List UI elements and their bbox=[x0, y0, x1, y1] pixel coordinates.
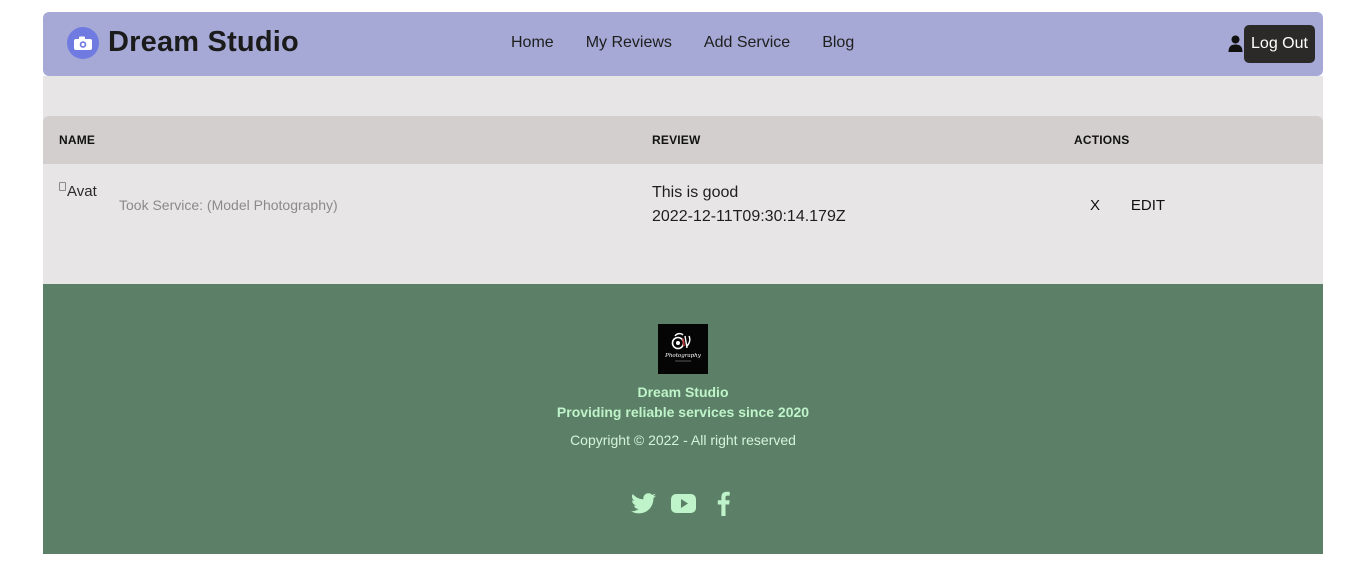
table-row: Avat Took Service: (Model Photography) T… bbox=[43, 164, 1323, 244]
footer-title: Dream Studio bbox=[637, 384, 729, 400]
edit-button[interactable]: EDIT bbox=[1127, 194, 1169, 216]
page: Dream Studio Home My Reviews Add Service… bbox=[43, 12, 1323, 554]
facebook-icon[interactable] bbox=[713, 490, 733, 516]
logout-button[interactable]: Log Out bbox=[1244, 25, 1315, 63]
camera-icon bbox=[67, 26, 99, 59]
twitter-icon[interactable] bbox=[629, 490, 657, 516]
avatar: Avat bbox=[59, 182, 111, 206]
brand-link[interactable]: Dream Studio bbox=[67, 26, 299, 59]
service-name: Took Service: (Model Photography) bbox=[119, 197, 338, 213]
brand-title: Dream Studio bbox=[108, 26, 299, 58]
nav-add-service[interactable]: Add Service bbox=[704, 34, 790, 52]
main-menu: Home My Reviews Add Service Blog bbox=[511, 34, 886, 52]
nav-home[interactable]: Home bbox=[511, 34, 554, 52]
column-header-review: REVIEW bbox=[652, 133, 701, 147]
youtube-icon[interactable] bbox=[669, 490, 697, 516]
delete-button[interactable]: X bbox=[1083, 194, 1107, 216]
review-text: This is good bbox=[652, 184, 739, 201]
reviews-section: NAME REVIEW ACTIONS Avat Took Service: (… bbox=[43, 76, 1323, 284]
footer-copyright: Copyright © 2022 - All right reserved bbox=[570, 432, 796, 448]
nav-blog[interactable]: Blog bbox=[822, 34, 854, 52]
broken-image-icon bbox=[59, 182, 66, 191]
footer: Photography Dream Studio Providing relia… bbox=[43, 284, 1323, 554]
column-header-actions: ACTIONS bbox=[1074, 133, 1130, 147]
footer-tagline: Providing reliable services since 2020 bbox=[556, 404, 810, 420]
column-header-name: NAME bbox=[59, 133, 96, 147]
user-icon bbox=[1228, 35, 1243, 52]
navbar: Dream Studio Home My Reviews Add Service… bbox=[43, 12, 1323, 76]
logo-text: Photography bbox=[664, 353, 702, 359]
photography-logo: Photography bbox=[658, 324, 708, 374]
review-date: 2022-12-11T09:30:14.179Z bbox=[652, 208, 846, 225]
avatar-alt-text: Avat bbox=[67, 183, 97, 200]
table-header: NAME REVIEW ACTIONS bbox=[43, 116, 1323, 164]
nav-my-reviews[interactable]: My Reviews bbox=[586, 34, 672, 52]
